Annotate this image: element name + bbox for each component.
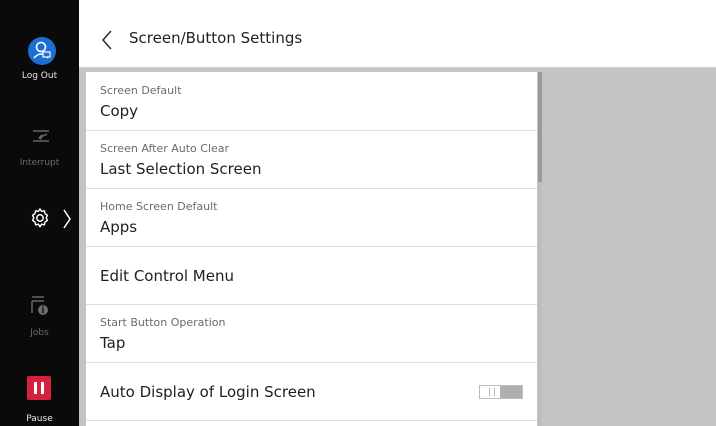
scrollbar[interactable] — [538, 72, 542, 426]
page-title: Screen/Button Settings — [129, 29, 303, 47]
setting-value: Last Selection Screen — [100, 160, 262, 178]
setting-label: Screen Default — [100, 84, 182, 97]
settings-gear-icon — [28, 206, 52, 234]
back-chevron-icon[interactable] — [99, 28, 115, 52]
setting-home-screen-default[interactable]: Home Screen Default Apps — [86, 189, 537, 247]
jobs-button[interactable]: Jobs — [0, 290, 79, 345]
setting-label: Home Screen Default — [100, 200, 218, 213]
setting-edit-control-menu[interactable]: Edit Control Menu — [86, 247, 537, 305]
toggle-knob — [500, 386, 522, 398]
setting-title: Edit Control Menu — [100, 267, 234, 285]
toggle-switch[interactable]: | | — [479, 385, 523, 399]
setting-value: Apps — [100, 218, 138, 236]
content-area: Screen Default Copy Screen After Auto Cl… — [79, 68, 716, 426]
jobs-icon — [28, 293, 52, 321]
left-sidebar: Log Out Interrupt Jobs Pause — [0, 0, 79, 426]
setting-screen-after-auto-clear[interactable]: Screen After Auto Clear Last Selection S… — [86, 131, 537, 189]
setting-title: Auto Display of Login Screen — [100, 383, 316, 401]
jobs-label: Jobs — [30, 328, 49, 338]
pause-button[interactable]: Pause — [0, 370, 79, 426]
setting-auto-display-login[interactable]: Auto Display of Login Screen | | — [86, 363, 537, 421]
settings-button[interactable] — [28, 206, 76, 234]
header-bar: Screen/Button Settings — [79, 13, 716, 68]
logout-button[interactable]: Log Out — [0, 30, 79, 90]
setting-screen-default[interactable]: Screen Default Copy — [86, 72, 537, 131]
scrollbar-thumb[interactable] — [538, 72, 542, 182]
setting-label: Screen After Auto Clear — [100, 142, 230, 155]
logout-label: Log Out — [21, 71, 58, 81]
setting-label: Start Button Operation — [100, 316, 226, 329]
interrupt-button[interactable]: Interrupt — [0, 120, 79, 175]
interrupt-icon — [30, 125, 52, 151]
pause-label: Pause — [26, 414, 53, 424]
setting-value: Copy — [100, 102, 139, 120]
settings-list: Screen Default Copy Screen After Auto Cl… — [86, 72, 537, 426]
interrupt-label: Interrupt — [19, 158, 60, 168]
setting-value: Tap — [100, 334, 126, 352]
setting-start-button-operation[interactable]: Start Button Operation Tap — [86, 305, 537, 363]
toggle-off-indicator: | | — [488, 387, 496, 396]
pause-icon — [27, 376, 51, 400]
user-logout-icon — [28, 37, 56, 65]
chevron-right-icon — [62, 208, 72, 234]
